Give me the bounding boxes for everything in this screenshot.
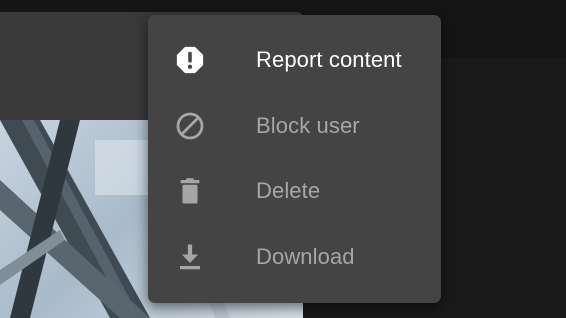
- download-icon: [175, 242, 205, 272]
- block-icon: [175, 111, 205, 141]
- menu-item-label: Download: [256, 244, 355, 269]
- alert-octagon-icon: [175, 45, 205, 75]
- menu-item-label: Report content: [256, 47, 402, 72]
- context-menu: Report content Block user Delete Downloa…: [148, 15, 441, 303]
- menu-item-block-user[interactable]: Block user: [148, 93, 441, 159]
- menu-item-delete[interactable]: Delete: [148, 158, 441, 224]
- menu-item-label: Block user: [256, 113, 360, 138]
- trash-icon: [175, 176, 205, 206]
- menu-item-report-content[interactable]: Report content: [148, 27, 441, 93]
- menu-item-download[interactable]: Download: [148, 224, 441, 290]
- app-screen: Report content Block user Delete Downloa…: [0, 0, 566, 318]
- menu-item-label: Delete: [256, 178, 321, 203]
